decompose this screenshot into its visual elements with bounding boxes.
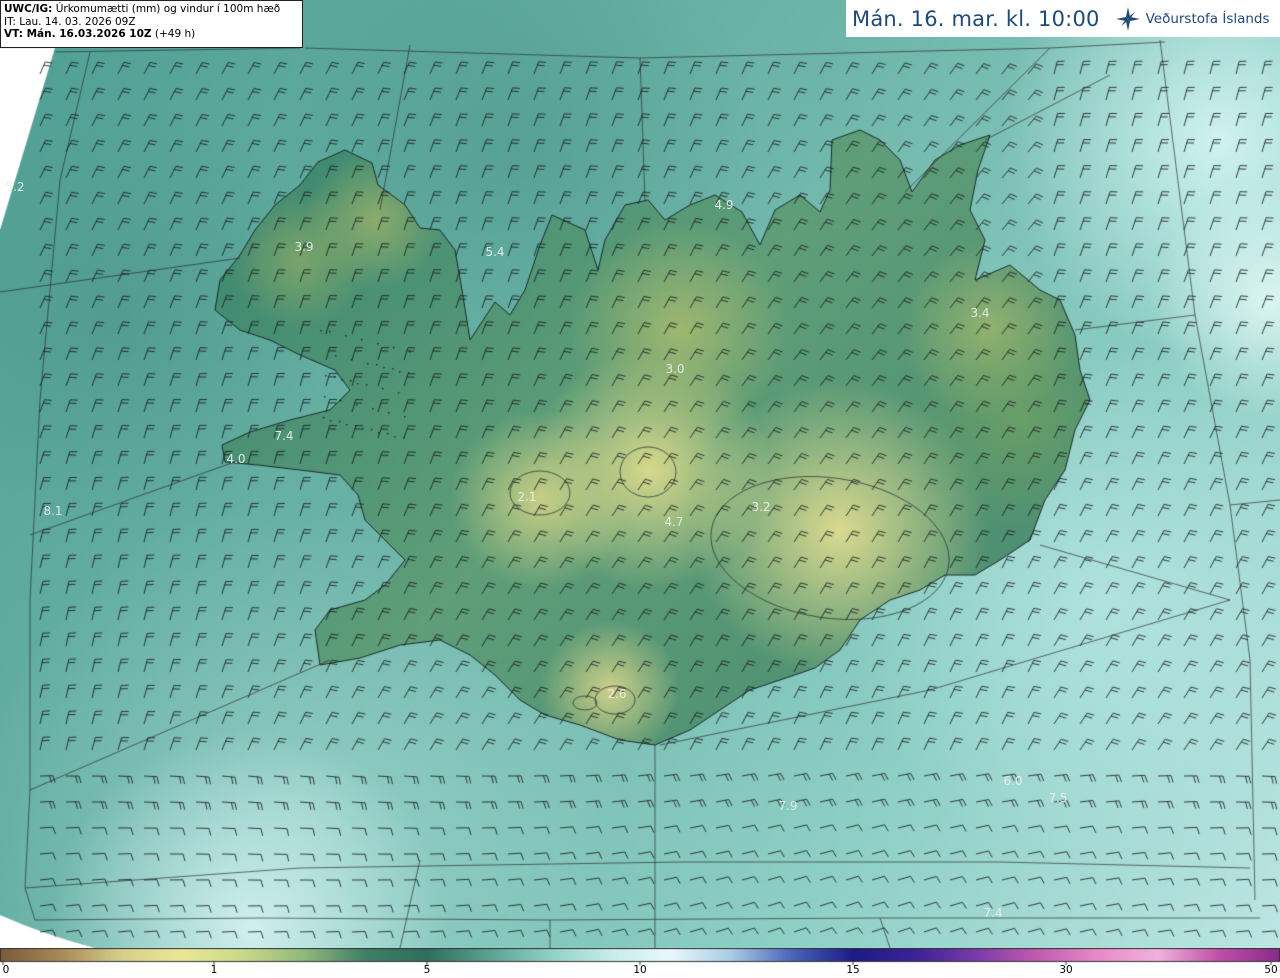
map-value-label: 2.1 bbox=[517, 490, 537, 504]
colorbar-tick-label: 5 bbox=[423, 964, 431, 976]
model-description-line: UWC/IG: Úrkomumætti (mm) og vindur í 100… bbox=[4, 3, 299, 16]
forecast-info-box: UWC/IG: Úrkomumætti (mm) og vindur í 100… bbox=[0, 0, 303, 48]
map-value-label: 5.2 bbox=[5, 180, 25, 194]
model-prefix: UWC/IG: bbox=[4, 3, 53, 15]
colorbar-tick-label: 15 bbox=[846, 964, 860, 976]
map-value-label: 7.4 bbox=[274, 429, 294, 443]
map-value-label: 3.2 bbox=[751, 500, 771, 514]
vedurstofa-logo[interactable]: Veðurstofa Íslands bbox=[1114, 5, 1270, 33]
title-box: Mán. 16. mar. kl. 10:00 Veðurstofa Íslan… bbox=[846, 0, 1280, 37]
colorbar-tick-label: 30 bbox=[1059, 964, 1073, 976]
map-value-label: 6.0 bbox=[1003, 774, 1023, 788]
colorbar-tick-label: 0 bbox=[2, 964, 10, 976]
map-value-label: 4.0 bbox=[226, 452, 246, 466]
map-value-label: 2.6 bbox=[607, 687, 627, 701]
colorbar-tick-label: 10 bbox=[633, 964, 647, 976]
valid-date-title: Mán. 16. mar. kl. 10:00 bbox=[852, 6, 1100, 31]
map-value-label: 7.5 bbox=[1048, 791, 1068, 805]
map-value-label: 4.9 bbox=[714, 198, 734, 212]
colorbar-tick-label: 1 bbox=[210, 964, 218, 976]
map-value-label: 4.7 bbox=[664, 515, 684, 529]
colorbar-tick-label: 50 bbox=[1264, 964, 1278, 976]
map-value-label: 3.9 bbox=[294, 240, 314, 254]
lead-time: (+49 h) bbox=[151, 28, 196, 40]
logo-text: Veðurstofa Íslands bbox=[1145, 10, 1270, 27]
map-value-label: 3.4 bbox=[970, 306, 990, 320]
valid-time: VT: Mán. 16.03.2026 10Z bbox=[4, 28, 152, 40]
vedurstofa-logo-icon bbox=[1115, 6, 1140, 31]
map-value-label: 8.1 bbox=[43, 504, 63, 518]
precipitation-map bbox=[0, 0, 1280, 948]
map-value-label: 7.9 bbox=[778, 799, 798, 813]
product-description: Úrkomumætti (mm) og vindur í 100m hæð bbox=[52, 3, 281, 15]
map-value-label: 7.4 bbox=[983, 906, 1003, 920]
valid-time-line: VT: Mán. 16.03.2026 10Z (+49 h) bbox=[4, 28, 299, 41]
map-value-label: 5.4 bbox=[485, 245, 505, 259]
map-value-label: 3.0 bbox=[665, 362, 685, 376]
initial-time: IT: Lau. 14. 03. 2026 09Z bbox=[4, 15, 136, 28]
